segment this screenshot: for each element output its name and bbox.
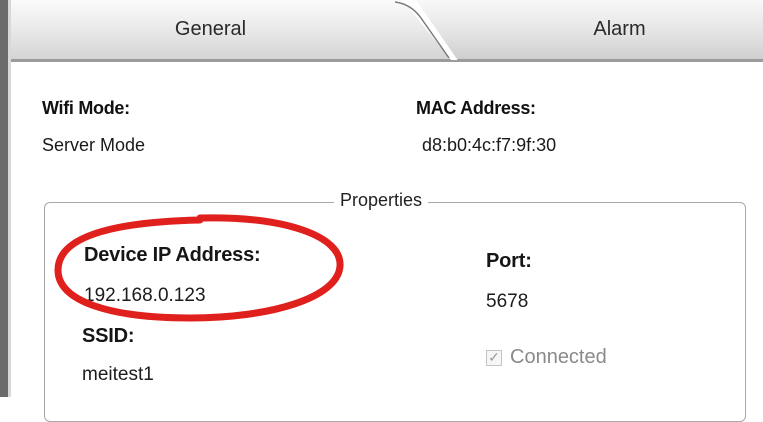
mac-address-value: d8:b0:4c:f7:9f:30 <box>422 135 557 155</box>
ssid-label: SSID: <box>82 325 135 347</box>
tab-alarm-label: Alarm <box>593 18 646 40</box>
port-value: 5678 <box>486 291 529 312</box>
properties-groupbox <box>44 202 746 422</box>
device-ip-value: 192.168.0.123 <box>84 285 206 306</box>
window-frame-edge <box>0 0 8 397</box>
properties-title: Properties <box>334 190 429 211</box>
tab-general[interactable]: General <box>11 0 451 60</box>
ssid-value: meitest1 <box>82 364 154 385</box>
tab-strip: Alarm General <box>11 0 763 62</box>
tab-content-border <box>11 60 763 62</box>
connected-checkbox-wrap: ✓ Connected <box>486 346 607 369</box>
checkmark-icon: ✓ <box>488 349 500 365</box>
wifi-mode-label: Wifi Mode: <box>42 98 130 118</box>
port-label: Port: <box>486 250 532 272</box>
connected-label: Connected <box>510 346 607 368</box>
tab-alarm[interactable]: Alarm <box>416 0 763 60</box>
wifi-mode-value: Server Mode <box>42 135 146 155</box>
tab-general-label: General <box>174 18 247 40</box>
device-ip-label: Device IP Address: <box>84 244 261 266</box>
mac-address-label: MAC Address: <box>416 98 536 118</box>
connected-checkbox[interactable]: ✓ <box>486 349 502 366</box>
device-settings-window: Alarm General Wifi Mode: Server Mode MAC… <box>0 0 763 422</box>
